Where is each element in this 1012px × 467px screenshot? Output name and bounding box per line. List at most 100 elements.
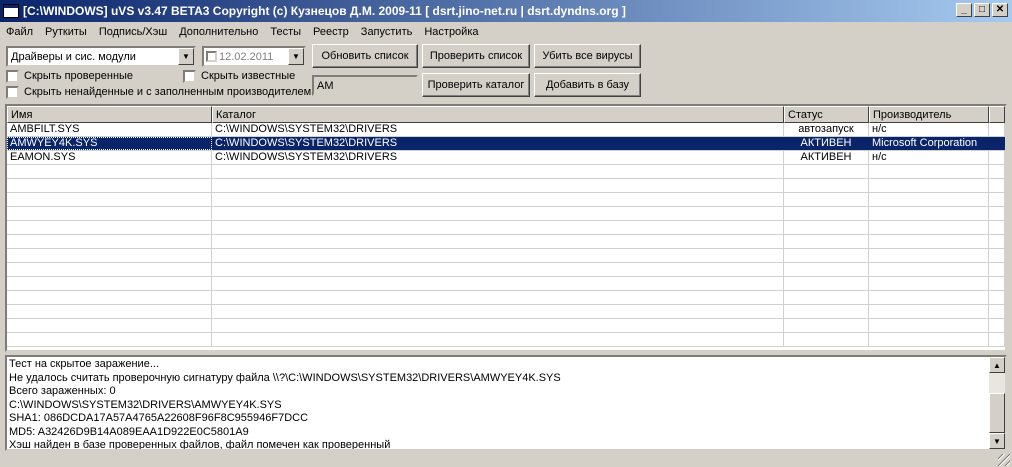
hide-notfound-checkbox[interactable]: Скрыть ненайденные и с заполненным произ… [6,85,311,99]
column-header-name[interactable]: Имя [7,106,212,123]
status-bar [0,453,1012,467]
cell-name [7,207,212,220]
menu-settings[interactable]: Настройка [418,26,484,38]
column-header-vendor[interactable]: Производитель [869,106,989,123]
hide-notfound-label: Скрыть ненайденные и с заполненным произ… [24,86,312,98]
category-select[interactable]: Драйверы и сис. модули ▼ [6,46,196,67]
file-list[interactable]: Имя Каталог Статус Производитель AMBFILT… [5,104,1007,352]
check-directory-button[interactable]: Проверить каталог [422,73,530,97]
cell-status: АКТИВЕН [784,151,869,164]
scroll-thumb[interactable] [989,393,1005,433]
cell-status [784,221,869,234]
column-header-directory[interactable]: Каталог [212,106,784,123]
menu-run[interactable]: Запустить [355,26,419,38]
cell-status [784,165,869,178]
cell-directory [212,221,784,234]
cell-vendor [869,291,989,304]
cell-directory [212,333,784,346]
cell-directory [212,319,784,332]
menu-advanced[interactable]: Дополнительно [173,26,264,38]
empty-row [7,319,1005,333]
menu-registry[interactable]: Реестр [307,26,355,38]
menu-rootkits[interactable]: Руткиты [39,26,93,38]
cell-filler [989,207,1005,220]
checkbox-box [6,69,19,83]
log-line: Хэш найден в базе проверенных файлов, фа… [9,439,391,451]
cell-filler [989,193,1005,206]
cell-name [7,333,212,346]
table-row[interactable]: EAMON.SYS C:\WINDOWS\SYSTEM32\DRIVERS АКТИ… [7,151,1005,165]
date-picker[interactable]: 12.02.2011 ▼ [202,46,306,67]
resize-grip-icon[interactable] [998,454,1010,466]
table-row[interactable]: AMBFILT.SYS C:\WINDOWS\SYSTEM32\DRIVERS ав… [7,123,1005,137]
cell-name [7,305,212,318]
empty-row [7,249,1005,263]
cell-status [784,235,869,248]
menu-tests[interactable]: Тесты [264,26,307,38]
hide-checked-label: Скрыть проверенные [24,70,134,82]
cell-vendor [869,193,989,206]
cell-name: EAMON.SYS [7,151,212,164]
chevron-down-icon[interactable]: ▼ [288,48,304,65]
cell-vendor [869,221,989,234]
cell-filler [989,165,1005,178]
empty-row [7,235,1005,249]
cell-name [7,291,212,304]
add-to-database-button[interactable]: Добавить в базу [534,73,641,97]
cell-status: АКТИВЕН [784,137,869,150]
date-picker-value: 12.02.2011 [219,50,274,63]
cell-directory [212,235,784,248]
cell-vendor [869,207,989,220]
hide-known-checkbox[interactable]: Скрыть известные [183,69,295,83]
minimize-button[interactable]: _ [956,3,972,17]
cell-filler [989,263,1005,276]
log-line: MD5: A32426D9B14A089EAA1D922E0C5801A9 [9,425,249,438]
cell-status [784,319,869,332]
cell-directory [212,165,784,178]
cell-directory [212,305,784,318]
check-list-button[interactable]: Проверить список [422,44,530,68]
cell-name [7,165,212,178]
column-header-status[interactable]: Статус [784,106,869,123]
filter-input[interactable]: AM [312,75,418,96]
title-bar[interactable]: [C:\WINDOWS] uVS v3.47 BETA3 Copyright (… [0,0,1012,22]
table-row[interactable]: AMWYEY4K.SYS C:\WINDOWS\SYSTEM32\DRIVERS А… [7,137,1005,151]
chevron-down-icon[interactable]: ▼ [178,48,194,65]
empty-row [7,165,1005,179]
cell-name [7,263,212,276]
refresh-list-button[interactable]: Обновить список [312,44,418,68]
maximize-button[interactable]: □ [974,3,990,17]
log-output[interactable]: Тест на скрытое заражение... Не удалось … [5,355,1007,451]
cell-status [784,333,869,346]
empty-row [7,207,1005,221]
kill-all-viruses-button[interactable]: Убить все вирусы [534,44,641,68]
cell-filler [989,123,1005,136]
cell-name [7,235,212,248]
menu-file[interactable]: Файл [0,26,39,38]
cell-vendor: н/с [869,123,989,136]
close-button[interactable]: ✕ [992,3,1008,17]
empty-row [7,291,1005,305]
cell-name [7,249,212,262]
scroll-up-icon[interactable]: ▲ [989,357,1005,373]
cell-directory: C:\WINDOWS\SYSTEM32\DRIVERS [212,151,784,164]
cell-filler [989,151,1005,164]
log-scrollbar[interactable]: ▲ ▼ [989,357,1005,449]
list-body: AMBFILT.SYS C:\WINDOWS\SYSTEM32\DRIVERS ав… [7,123,1005,347]
cell-directory [212,179,784,192]
cell-name [7,193,212,206]
menu-signature-hash[interactable]: Подпись/Хэш [93,26,173,38]
cell-status [784,277,869,290]
hide-checked-checkbox[interactable]: Скрыть проверенные [6,69,133,83]
cell-status [784,207,869,220]
cell-filler [989,137,1005,150]
empty-row [7,179,1005,193]
window-controls: _ □ ✕ [956,3,1008,17]
cell-filler [989,305,1005,318]
date-enable-checkbox[interactable] [204,50,219,64]
scroll-down-icon[interactable]: ▼ [989,433,1005,449]
cell-status [784,291,869,304]
cell-directory [212,207,784,220]
cell-vendor [869,235,989,248]
cell-vendor [869,333,989,346]
